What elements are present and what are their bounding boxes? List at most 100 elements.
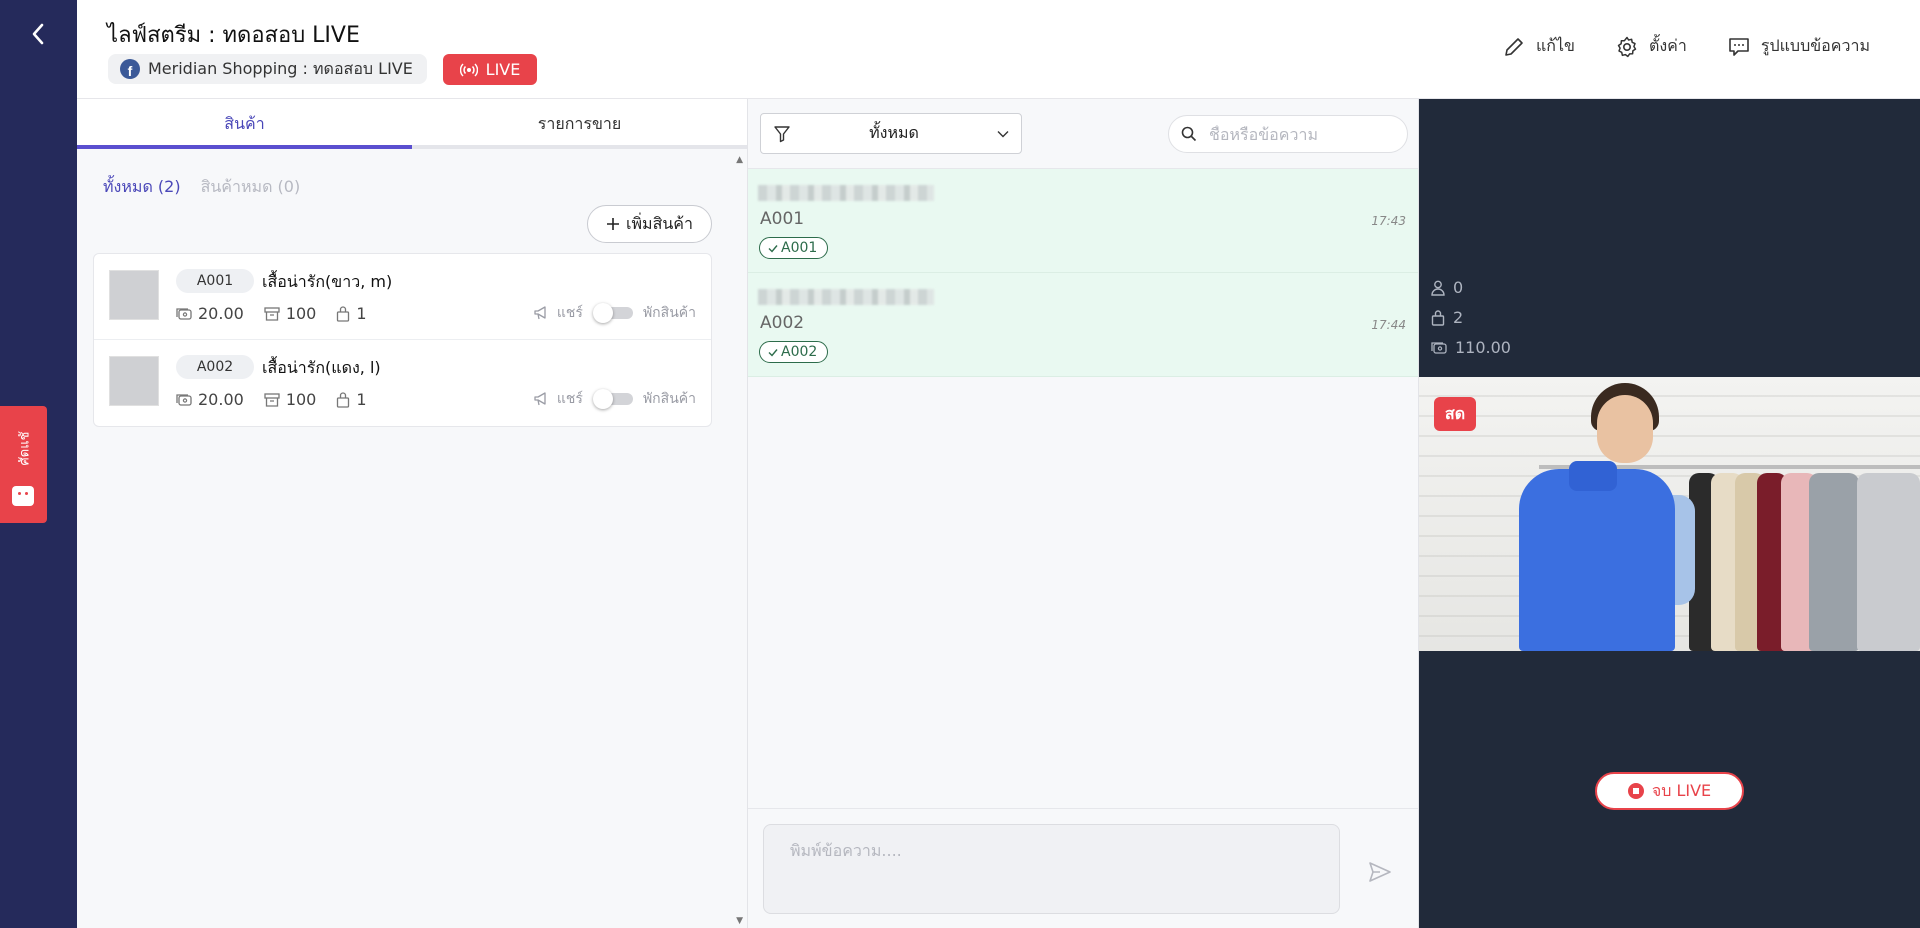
bag-icon xyxy=(1431,309,1445,326)
share-label: แชร์ xyxy=(556,305,583,321)
bag-icon xyxy=(337,305,350,322)
end-live-label: จบ LIVE xyxy=(1651,780,1712,800)
price-tag-icon xyxy=(1431,341,1447,354)
product-stock: 100 xyxy=(285,304,317,323)
comment-filter-value: ทั้งหมด xyxy=(869,123,919,142)
send-icon xyxy=(1369,862,1391,882)
blue-sweater xyxy=(1519,469,1675,651)
chat-tab-label: ศัดแชั xyxy=(17,431,33,465)
facebook-page-chip: f Meridian Shopping : ทดอสอบ LIVE xyxy=(108,54,427,84)
settings-button[interactable]: ตั้งค่า xyxy=(1615,34,1687,59)
products-panel: สินค้า รายการขาย ทั้งหมด (2) สินค้าหมด (… xyxy=(77,99,748,928)
live-badge: LIVE xyxy=(443,54,537,85)
pause-label: พักสินค้า xyxy=(642,391,696,407)
broadcast-icon xyxy=(459,62,478,77)
product-name: เสื้อน่ารัก(ขาว, m) xyxy=(262,272,393,291)
live-video-preview: สด xyxy=(1419,377,1920,651)
share-button[interactable]: แชร์ xyxy=(533,388,583,410)
scroll-down-arrow[interactable]: ▼ xyxy=(736,916,743,926)
tab-products[interactable]: สินค้า xyxy=(77,99,412,149)
product-sku: A002 xyxy=(176,355,254,379)
comment-order-tag: A001 xyxy=(759,237,829,259)
comment-text: A001 xyxy=(760,209,805,229)
megaphone-icon xyxy=(534,306,546,320)
share-button[interactable]: แชร์ xyxy=(533,302,583,324)
product-price: 20.00 xyxy=(198,390,244,409)
filter-all[interactable]: ทั้งหมด (2) xyxy=(103,175,181,200)
settings-label: ตั้งค่า xyxy=(1648,36,1687,55)
viewers-stat: 0 xyxy=(1431,277,1511,298)
comments-panel: ทั้งหมด A001 17:43 A001 A002 17:44 A002 xyxy=(748,99,1419,928)
check-icon xyxy=(768,348,778,357)
header: ไลฟ์สตรีม : ทดอสอบ LIVE f Meridian Shopp… xyxy=(77,0,1920,99)
comment-item[interactable]: A001 17:43 A001 xyxy=(748,169,1418,273)
edit-button[interactable]: แก้ไข xyxy=(1502,34,1575,59)
message-format-button[interactable]: รูปแบบข้อความ xyxy=(1727,34,1870,59)
comment-order-tag-label: A002 xyxy=(781,344,818,360)
pause-label: พักสินค้า xyxy=(642,305,696,321)
presenter-face xyxy=(1597,395,1653,463)
comment-item[interactable]: A002 17:44 A002 xyxy=(748,273,1418,377)
comment-order-tag-label: A001 xyxy=(781,240,818,256)
product-thumbnail xyxy=(109,356,159,406)
comment-text: A002 xyxy=(760,313,805,333)
product-row[interactable]: A002 เสื้อน่ารัก(แดง, l) 20.00 100 1 แชร… xyxy=(94,340,711,426)
add-product-label: เพิ่มสินค้า xyxy=(626,213,693,233)
revenue-stat: 110.00 xyxy=(1431,337,1511,358)
pause-product-toggle[interactable] xyxy=(592,302,633,324)
end-live-button[interactable]: จบ LIVE xyxy=(1595,772,1744,810)
facebook-icon: f xyxy=(120,59,140,79)
filter-out-of-stock[interactable]: สินค้าหมด (0) xyxy=(201,175,301,200)
chevron-down-icon xyxy=(997,130,1009,137)
message-composer xyxy=(748,808,1418,928)
tab-sales-list[interactable]: รายการขาย xyxy=(412,99,747,149)
live-panel: 0 2 110.00 สด จบ LIVE xyxy=(1419,99,1920,928)
chevron-left-icon xyxy=(32,23,44,45)
product-name: เสื้อน่ารัก(แดง, l) xyxy=(262,358,381,377)
user-icon xyxy=(1431,280,1445,296)
price-tag-icon xyxy=(176,393,192,406)
pause-product-toggle[interactable] xyxy=(592,388,633,410)
product-row[interactable]: A001 เสื้อน่ารัก(ขาว, m) 20.00 100 1 แชร… xyxy=(94,254,711,340)
message-format-label: รูปแบบข้อความ xyxy=(1760,36,1870,55)
add-product-button[interactable]: เพิ่มสินค้า xyxy=(587,205,712,243)
product-sold: 1 xyxy=(356,390,367,409)
comment-order-tag: A002 xyxy=(759,341,829,363)
back-button[interactable] xyxy=(22,18,54,50)
chat-side-tab[interactable]: ศัดแชั xyxy=(0,406,47,523)
comment-search xyxy=(1168,115,1408,153)
comment-time: 17:44 xyxy=(1371,318,1406,332)
search-icon xyxy=(1181,126,1197,142)
product-price: 20.00 xyxy=(198,304,244,323)
product-thumbnail xyxy=(109,270,159,320)
send-button[interactable] xyxy=(1365,857,1395,887)
pencil-icon xyxy=(1505,37,1523,56)
megaphone-icon xyxy=(534,392,546,406)
blurred-commenter-name xyxy=(758,185,934,201)
orders-count: 2 xyxy=(1453,308,1464,327)
edit-label: แก้ไข xyxy=(1535,36,1575,55)
revenue-amount: 110.00 xyxy=(1455,338,1511,357)
comment-filter-select[interactable]: ทั้งหมด xyxy=(760,113,1022,154)
viewers-count: 0 xyxy=(1453,278,1464,297)
gear-icon xyxy=(1617,36,1637,57)
blurred-commenter-name xyxy=(758,289,934,305)
left-rail: ศัดแชั xyxy=(0,0,77,928)
live-indicator-tag: สด xyxy=(1434,397,1476,431)
product-sold: 1 xyxy=(356,304,367,323)
bag-icon xyxy=(337,391,350,408)
plus-icon xyxy=(607,218,620,230)
scroll-up-arrow[interactable]: ▲ xyxy=(736,155,743,165)
check-icon xyxy=(768,244,778,253)
page-title: ไลฟ์สตรีม : ทดอสอบ LIVE xyxy=(107,23,360,48)
box-icon xyxy=(264,306,280,321)
comment-search-input[interactable] xyxy=(1209,124,1379,144)
page-label: Meridian Shopping : ทดอสอบ LIVE xyxy=(148,58,413,78)
product-sku: A001 xyxy=(176,269,254,293)
comment-time: 17:43 xyxy=(1371,214,1406,228)
box-icon xyxy=(264,392,280,407)
message-input[interactable] xyxy=(763,824,1340,914)
chat-bot-icon xyxy=(12,486,34,506)
product-stock: 100 xyxy=(285,390,317,409)
price-tag-icon xyxy=(176,307,192,320)
